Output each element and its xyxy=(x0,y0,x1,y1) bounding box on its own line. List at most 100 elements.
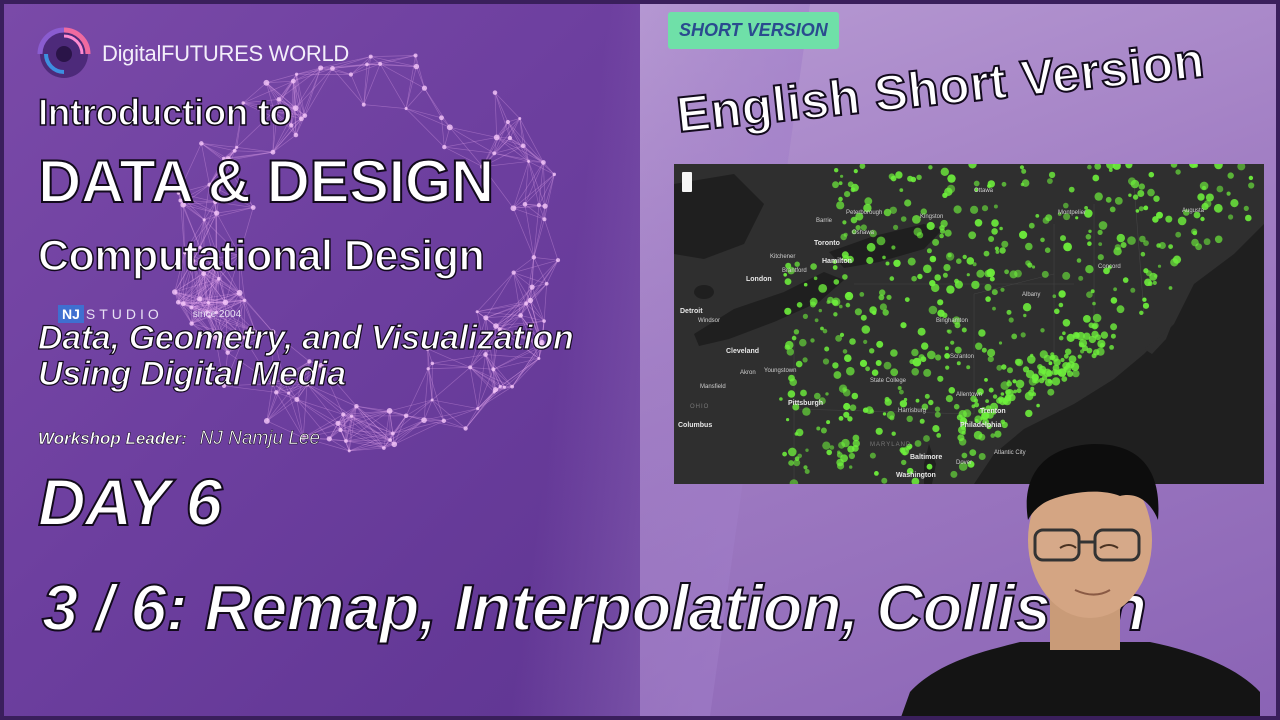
map-data-point xyxy=(809,297,818,306)
map-data-point xyxy=(1158,242,1166,249)
map-label: Windsor xyxy=(698,318,721,324)
map-label: Detroit xyxy=(680,308,703,315)
map-data-point xyxy=(1006,381,1012,387)
map-data-point xyxy=(966,273,970,277)
map-data-point xyxy=(1013,389,1017,394)
map-label: Pittsburgh xyxy=(788,400,823,407)
map-data-point xyxy=(1142,302,1150,309)
map-data-point xyxy=(1127,236,1136,245)
map-data-point xyxy=(1007,367,1013,374)
map-data-point xyxy=(1191,228,1198,235)
map-label: Concord xyxy=(1098,264,1121,270)
map-data-point xyxy=(1116,233,1125,243)
map-data-point xyxy=(833,279,840,285)
map-data-point xyxy=(1040,328,1045,333)
map-data-point xyxy=(851,183,859,192)
brand-name: DigitalFUTURES WORLD xyxy=(102,41,350,66)
map-data-point xyxy=(1152,216,1159,223)
map-data-point xyxy=(1110,323,1118,331)
map-data-point xyxy=(934,411,941,418)
map-data-point xyxy=(842,220,847,225)
map-data-point xyxy=(1130,287,1136,293)
map-label: Brantford xyxy=(782,268,807,274)
map-data-point xyxy=(996,364,1003,371)
map-data-point xyxy=(986,268,995,278)
map-data-point xyxy=(1088,322,1095,329)
map-data-point xyxy=(854,308,862,316)
map-data-point xyxy=(1148,171,1155,178)
map-data-point xyxy=(1214,235,1223,244)
map-data-point xyxy=(1004,269,1009,275)
map-data-point xyxy=(1025,260,1031,266)
map-label: Montpelier xyxy=(1058,210,1087,216)
map-data-point xyxy=(1063,353,1069,359)
map-data-point xyxy=(932,238,940,246)
map-data-point xyxy=(832,181,839,189)
map-label: Allentown xyxy=(956,392,983,398)
map-label: Akron xyxy=(740,370,756,376)
map-data-point xyxy=(1061,376,1068,382)
map-data-point xyxy=(850,216,858,224)
map-data-point xyxy=(849,465,853,469)
map-data-point xyxy=(1000,287,1005,292)
map-data-point xyxy=(1028,389,1035,396)
map-data-point xyxy=(839,304,843,309)
digitalfutures-logo-icon xyxy=(37,27,91,78)
map-data-point xyxy=(984,283,992,291)
map-data-point xyxy=(1110,333,1116,339)
map-data-point xyxy=(899,188,904,192)
map-data-point xyxy=(882,412,887,416)
map-data-point xyxy=(1072,369,1080,378)
map-data-point xyxy=(907,257,916,266)
map-data-point xyxy=(1109,345,1114,350)
map-data-point xyxy=(1091,353,1097,359)
map-data-point xyxy=(1016,388,1022,394)
map-data-point xyxy=(1092,313,1102,323)
map-data-point xyxy=(1128,193,1132,197)
map-data-point xyxy=(803,465,808,470)
map-data-point xyxy=(988,236,995,242)
map-data-point xyxy=(1245,214,1252,222)
map-data-point xyxy=(893,224,899,230)
nj-since-text: since 2004 xyxy=(192,308,242,320)
map-data-point xyxy=(1197,193,1205,201)
map-label: Barrie xyxy=(816,218,833,224)
map-data-point xyxy=(893,259,901,267)
map-data-point xyxy=(923,264,932,274)
map-data-point xyxy=(935,354,942,361)
map-data-point xyxy=(1008,317,1014,323)
map-data-point xyxy=(832,265,838,270)
map-data-point xyxy=(890,368,899,377)
map-data-point xyxy=(1030,386,1035,391)
map-data-point xyxy=(1087,164,1092,170)
map-data-point xyxy=(1128,177,1136,186)
map-data-point xyxy=(1097,254,1104,261)
map-data-point xyxy=(1047,178,1053,184)
map-data-point xyxy=(822,358,830,365)
map-control-icon[interactable] xyxy=(682,172,692,192)
map-data-point xyxy=(844,191,851,198)
map-data-point xyxy=(1062,271,1071,280)
map-label: Columbus xyxy=(678,422,713,429)
map-data-point xyxy=(928,305,938,315)
map-data-point xyxy=(904,297,910,302)
map-data-point xyxy=(1022,303,1032,312)
map-label: Youngstown xyxy=(764,368,797,374)
map-data-point xyxy=(869,348,875,354)
map-data-point xyxy=(786,418,790,422)
map-data-point xyxy=(1048,361,1053,366)
map-data-point xyxy=(921,342,929,350)
map-data-point xyxy=(1175,169,1181,175)
map-data-point xyxy=(954,280,963,289)
map-data-point xyxy=(1082,345,1088,352)
map-data-point xyxy=(1097,339,1106,348)
map-data-point xyxy=(874,471,879,476)
map-data-point xyxy=(1172,255,1182,264)
map-data-point xyxy=(786,348,794,356)
map-data-point xyxy=(927,350,936,360)
map-data-point xyxy=(875,427,883,435)
map-data-point xyxy=(987,348,996,357)
map-data-point xyxy=(900,216,907,222)
map-data-point xyxy=(1114,197,1123,205)
map-data-point xyxy=(919,418,925,424)
